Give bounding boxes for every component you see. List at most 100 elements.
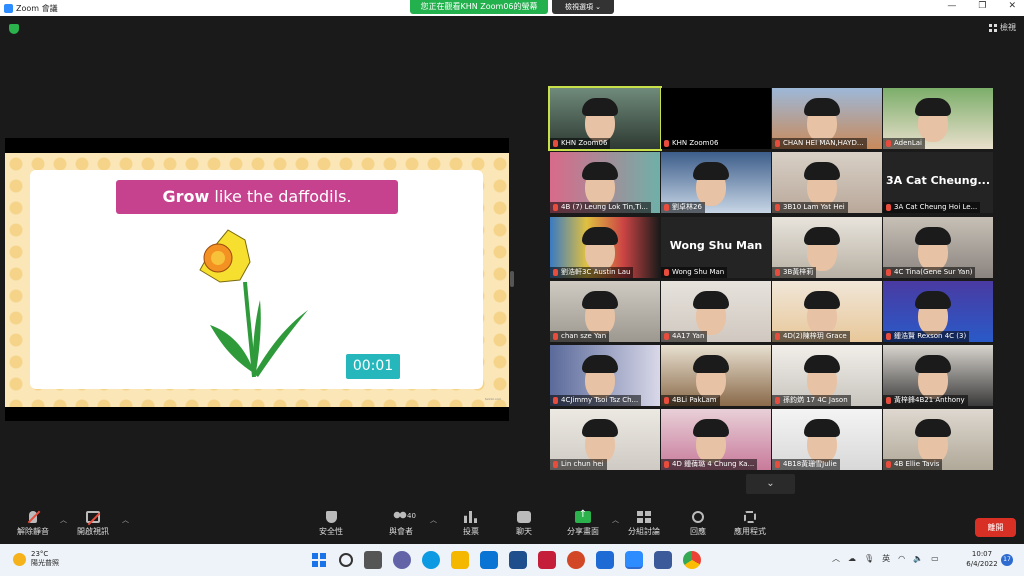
participant-tile[interactable]: Lin chun hei <box>550 409 660 470</box>
chat-button[interactable]: 聊天 <box>494 511 554 537</box>
battery-icon[interactable]: ▭ <box>931 554 939 563</box>
weather-description: 陽光普照 <box>31 559 59 567</box>
weather-widget[interactable]: 23°C 陽光普照 <box>13 550 59 568</box>
participant-tile[interactable]: CHAN HEI MAN,HAYD... <box>772 88 882 149</box>
unmute-label: 解除靜音 <box>17 527 49 536</box>
start-menu-icon[interactable] <box>310 551 328 569</box>
security-button[interactable]: 安全性 <box>301 511 361 537</box>
mic-muted-icon <box>775 204 780 211</box>
participant-hair <box>804 227 840 245</box>
participant-tile[interactable]: 4A17 Yan <box>661 281 771 342</box>
participant-hair <box>582 291 618 309</box>
breakout-rooms-button[interactable]: 分組討論 <box>614 511 674 537</box>
participant-name: Lin chun hei <box>561 460 604 468</box>
participant-hair <box>693 419 729 437</box>
start-video-button[interactable]: 開啟視訊 ︿ <box>63 511 129 537</box>
microphone-icon[interactable]: 🎙 <box>864 554 874 563</box>
gallery-next-page-button[interactable]: ⌄ <box>746 474 795 494</box>
teams-chat-icon[interactable] <box>393 551 411 569</box>
polls-button[interactable]: 投票 <box>441 511 501 537</box>
mic-muted-icon <box>886 140 891 147</box>
participant-hair <box>693 355 729 373</box>
participant-tile[interactable]: 4D 鍾蒨璐 4 Chung Ka... <box>661 409 771 470</box>
security-shield-icon[interactable] <box>9 24 19 34</box>
app-icon-blue[interactable] <box>509 551 527 569</box>
participant-name: 劉浩軒3C Austin Lau <box>561 268 631 276</box>
video-options-caret-icon[interactable]: ︿ <box>122 515 129 525</box>
clock-time: 10:07 <box>971 550 993 558</box>
ime-indicator[interactable]: 英 <box>882 553 890 564</box>
breakout-rooms-icon <box>637 511 651 523</box>
teams-icon[interactable] <box>654 551 672 569</box>
participant-tile[interactable]: 4B18黃珊雪Julie <box>772 409 882 470</box>
participant-tile[interactable]: 4BLi PakLam <box>661 345 771 406</box>
participant-tile[interactable]: 劉卓林26 <box>661 152 771 213</box>
task-view-icon[interactable] <box>364 551 382 569</box>
participant-hair <box>915 419 951 437</box>
leave-meeting-button[interactable]: 離開 <box>975 518 1016 537</box>
mcafee-icon[interactable] <box>538 551 556 569</box>
edge-browser-icon[interactable] <box>422 551 440 569</box>
notification-badge[interactable]: 17 <box>1001 554 1013 566</box>
participant-count: 40 <box>407 512 416 520</box>
split-view-handle[interactable] <box>510 271 514 287</box>
participant-name: CHAN HEI MAN,HAYD... <box>783 139 864 147</box>
participants-button[interactable]: 40 與會者 ︿ <box>371 511 437 537</box>
outlook-icon[interactable] <box>596 551 614 569</box>
poll-chart-icon <box>464 511 477 523</box>
participant-tile[interactable]: 4B (7) Leung Lok Tin,Ti... <box>550 152 660 213</box>
close-window-button[interactable]: ✕ <box>1008 1 1016 11</box>
powerpoint-icon[interactable] <box>567 551 585 569</box>
participant-tile[interactable]: 4B Ellie Tavis <box>883 409 993 470</box>
zoom-taskbar-icon[interactable] <box>625 551 643 569</box>
view-options-button[interactable]: 檢視選項 ⌄ <box>552 0 614 14</box>
zoom-logo-icon <box>4 4 13 13</box>
apps-icon <box>744 511 756 523</box>
share-screen-button[interactable]: 分享畫面 ︿ <box>553 509 619 537</box>
file-explorer-icon[interactable] <box>451 551 469 569</box>
taskbar-clock[interactable]: 10:07 6/4/2022 <box>962 549 1002 569</box>
polls-label: 投票 <box>463 527 479 536</box>
participant-tile[interactable]: 鍾浩賢 Rexson 4C (3) <box>883 281 993 342</box>
search-icon[interactable] <box>339 553 353 567</box>
chrome-icon[interactable] <box>683 551 701 569</box>
wifi-icon[interactable]: ◠ <box>898 554 905 563</box>
participant-tile[interactable]: chan sze Yan <box>550 281 660 342</box>
microsoft-store-icon[interactable] <box>480 551 498 569</box>
participant-tile[interactable]: 黃梓鋒4B21 Anthony <box>883 345 993 406</box>
participant-name: 3B黃梓莉 <box>783 268 814 276</box>
unmute-button[interactable]: 解除靜音 ︿ <box>3 510 67 537</box>
chat-label: 聊天 <box>516 527 532 536</box>
participant-hair <box>804 355 840 373</box>
participant-tile[interactable]: 3A Cat Cheung... 3A Cat Cheung Hoi Le... <box>883 152 993 213</box>
participant-tile[interactable]: 孫鈞焫 17 4C Jason <box>772 345 882 406</box>
participants-caret-icon[interactable]: ︿ <box>430 515 437 525</box>
participant-name-label: 4B (7) Leung Lok Tin,Ti... <box>550 202 651 213</box>
participant-tile[interactable]: KHN Zoom06 <box>661 88 771 149</box>
minimize-button[interactable]: — <box>947 1 956 11</box>
participant-tile[interactable]: 4CJimmy Tsoi Tsz Ch... <box>550 345 660 406</box>
participant-tile[interactable]: 4D(2)陳梓玥 Grace <box>772 281 882 342</box>
mic-muted-icon <box>775 397 780 404</box>
participant-tile[interactable]: KHN Zoom06 <box>548 86 662 151</box>
participant-tile[interactable]: Wong Shu Man Wong Shu Man <box>661 217 771 278</box>
breakout-rooms-label: 分組討論 <box>628 527 660 536</box>
reactions-button[interactable]: 回應 <box>668 511 728 537</box>
view-button[interactable]: 檢視 <box>989 22 1016 33</box>
grid-icon <box>989 23 997 32</box>
participant-tile[interactable]: 劉浩軒3C Austin Lau <box>550 217 660 278</box>
tray-overflow-icon[interactable]: ︿ <box>832 553 840 564</box>
apps-button[interactable]: 應用程式 <box>720 511 780 537</box>
weather-text: 23°C 陽光普照 <box>31 550 59 568</box>
participant-name-label: 4D 鍾蒨璐 4 Chung Ka... <box>661 459 758 470</box>
mic-muted-icon <box>664 269 669 276</box>
mute-slash-icon <box>27 510 41 524</box>
participant-tile[interactable]: 3B黃梓莉 <box>772 217 882 278</box>
participant-tile[interactable]: 3B10 Lam Yat Hei <box>772 152 882 213</box>
participant-tile[interactable]: 4C Tina(Gene Sur Yan) <box>883 217 993 278</box>
participant-hair <box>804 162 840 180</box>
participant-tile[interactable]: AdenLai <box>883 88 993 149</box>
onedrive-icon[interactable]: ☁ <box>848 554 856 563</box>
volume-icon[interactable]: 🔈 <box>913 554 923 563</box>
restore-button[interactable]: ❐ <box>978 1 986 11</box>
